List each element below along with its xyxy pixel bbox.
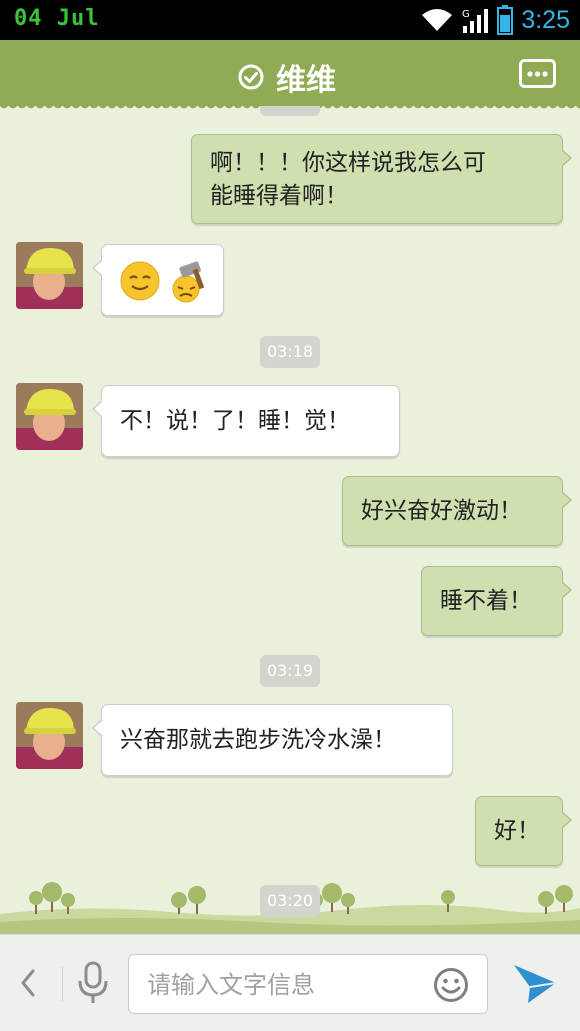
message-in[interactable]: 兴奋那就去跑步洗冷水澡！: [92, 704, 453, 776]
message-in[interactable]: [92, 244, 224, 316]
message-input-field[interactable]: [128, 954, 488, 1014]
chat-message-list[interactable]: 啊！！！你这样说我怎么可 能睡得着啊！ 03:18 不！说！了！睡！觉！ 好兴奋…: [0, 106, 580, 934]
title-group: 维维: [238, 55, 336, 99]
timestamp: 03:19: [260, 655, 320, 687]
send-icon[interactable]: [512, 963, 558, 1005]
message-text: 啊！！！你这样说我怎么可: [210, 150, 486, 176]
avatar[interactable]: [16, 702, 83, 769]
more-icon[interactable]: [519, 59, 556, 88]
check-circle-icon: [238, 64, 264, 90]
input-bar: [0, 934, 580, 1031]
timestamp-partial: [260, 106, 320, 116]
hammer-emoji-icon: [172, 261, 205, 303]
message-text: 好！: [494, 818, 540, 844]
message-out[interactable]: 睡不着！: [421, 566, 572, 636]
wifi-icon: [422, 9, 453, 31]
message-text: 睡不着！: [440, 588, 532, 614]
message-text: 能睡得着啊！: [210, 183, 348, 209]
signal-icon: G: [462, 9, 489, 33]
divider: [62, 967, 63, 1001]
timestamp: 03:20: [260, 885, 320, 917]
status-right-group: G 3:25: [421, 5, 570, 35]
status-time: 3:25: [521, 5, 570, 34]
message-input[interactable]: [147, 969, 417, 1001]
message-text: 不！说！了！睡！觉！: [120, 408, 350, 434]
smile-emoji-icon: [120, 261, 160, 301]
message-out[interactable]: 好兴奋好激动！: [342, 476, 572, 546]
chat-header: 维维: [0, 40, 580, 112]
message-text: 兴奋那就去跑步洗冷水澡！: [120, 727, 396, 753]
battery-icon: [497, 5, 514, 35]
avatar[interactable]: [16, 242, 83, 309]
message-text: 好兴奋好激动！: [361, 498, 522, 524]
avatar[interactable]: [16, 383, 83, 450]
message-out[interactable]: 啊！！！你这样说我怎么可 能睡得着啊！: [191, 134, 572, 224]
status-date: 04 Jul: [14, 6, 100, 31]
back-chevron-icon[interactable]: [18, 967, 38, 999]
message-in[interactable]: 不！说！了！睡！觉！: [92, 385, 400, 457]
status-bar: 04 Jul G 3:25: [0, 0, 580, 40]
message-out[interactable]: 好！: [475, 796, 572, 866]
timestamp: 03:18: [260, 336, 320, 368]
page-title: 维维: [276, 64, 336, 97]
svg-text:G: G: [462, 9, 470, 20]
microphone-icon[interactable]: [76, 961, 110, 1005]
emoji-icon[interactable]: [433, 967, 469, 1003]
